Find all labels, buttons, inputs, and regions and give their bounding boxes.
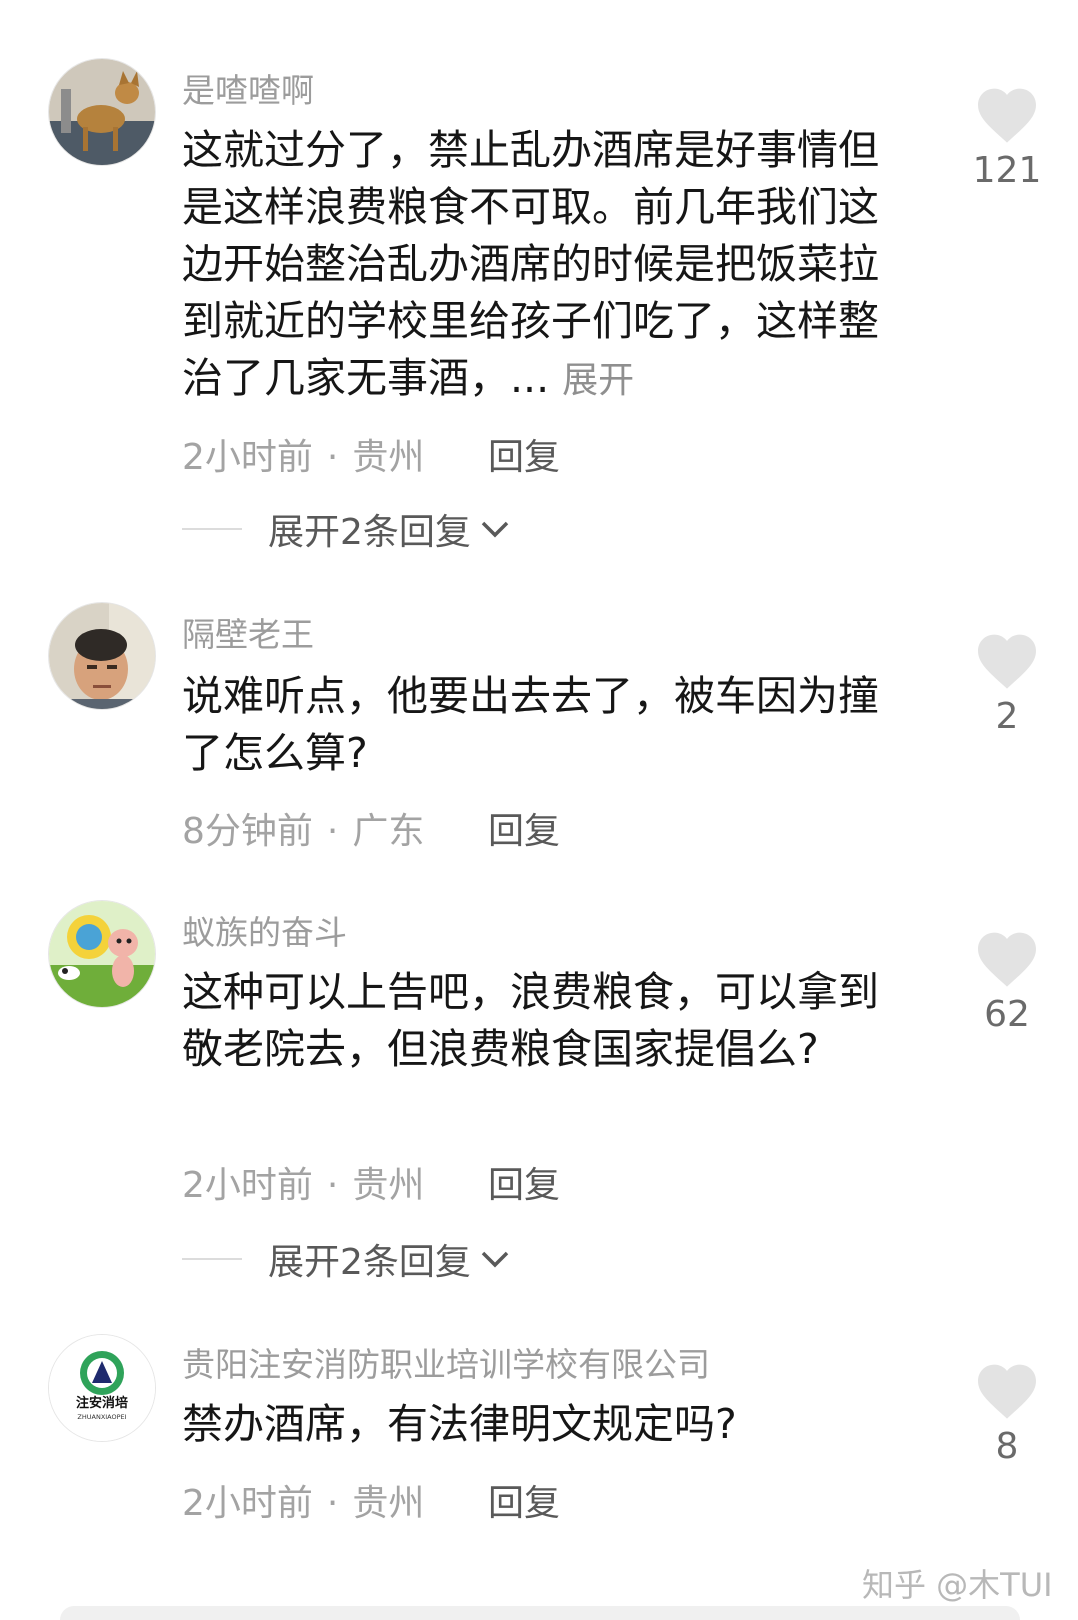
location: 广东 [352, 811, 425, 852]
like-button[interactable]: 8 [962, 1362, 1052, 1467]
chevron-down-icon [481, 521, 509, 538]
separator: · [326, 437, 339, 478]
divider-line [182, 528, 242, 530]
comment-text: 禁办酒席，有法律明文规定吗? [182, 1400, 737, 1448]
bottom-input-bar[interactable] [60, 1606, 1020, 1620]
username[interactable]: 是喳喳啊 [182, 64, 314, 112]
chevron-down-icon [481, 1251, 509, 1268]
timestamp: 8分钟前 [182, 811, 313, 852]
expand-replies-label: 展开2条回复 [268, 1242, 471, 1283]
username[interactable]: 隔壁老王 [182, 608, 314, 656]
reply-button[interactable]: 回复 [488, 1474, 560, 1526]
avatar[interactable]: 注安消培 ZHUANXIAOPEI [48, 1334, 156, 1442]
location: 贵州 [352, 437, 425, 478]
comment-meta: 2小时前 · 贵州 [182, 1156, 424, 1208]
username[interactable]: 蚁族的奋斗 [182, 906, 347, 954]
expand-replies-button[interactable]: 展开2条回复 [182, 1234, 511, 1284]
like-count: 121 [972, 150, 1042, 191]
avatar-logo-subtext: ZHUANXIAOPEI [77, 1413, 126, 1421]
like-button[interactable]: 2 [962, 632, 1052, 737]
expand-text-button[interactable]: 展开 [562, 360, 634, 401]
avatar[interactable] [48, 58, 156, 166]
timestamp: 2小时前 [182, 437, 313, 478]
comment-text: 这种可以上告吧，浪费粮食，可以拿到敬老院去，但浪费粮食国家提倡么? [182, 968, 879, 1073]
like-count: 2 [995, 696, 1019, 737]
comment-meta: 2小时前 · 贵州 [182, 428, 424, 480]
avatar[interactable] [48, 900, 156, 1008]
reply-button[interactable]: 回复 [488, 428, 560, 480]
like-count: 8 [995, 1426, 1019, 1467]
heart-icon [978, 932, 1036, 987]
heart-icon [978, 1364, 1036, 1419]
location: 贵州 [352, 1165, 425, 1206]
watermark: 知乎 @木TUI [862, 1566, 1053, 1604]
expand-replies-label: 展开2条回复 [268, 512, 471, 553]
comment-meta: 8分钟前 · 广东 [182, 802, 424, 854]
separator: · [326, 1165, 339, 1206]
reply-button[interactable]: 回复 [488, 802, 560, 854]
like-count: 62 [984, 994, 1030, 1035]
reply-button[interactable]: 回复 [488, 1156, 560, 1208]
separator: · [326, 811, 339, 852]
heart-icon [978, 88, 1036, 143]
avatar[interactable] [48, 602, 156, 710]
expand-replies-button[interactable]: 展开2条回复 [182, 504, 511, 554]
like-button[interactable]: 62 [962, 930, 1052, 1035]
comment-text: 说难听点，他要出去去了，被车因为撞了怎么算? [182, 672, 879, 777]
separator: · [326, 1483, 339, 1524]
comment-meta: 2小时前 · 贵州 [182, 1474, 424, 1526]
comment-text: 这就过分了，禁止乱办酒席是好事情但是这样浪费粮食不可取。前几年我们这边开始整治乱… [182, 122, 902, 409]
location: 贵州 [352, 1483, 425, 1524]
timestamp: 2小时前 [182, 1165, 313, 1206]
divider-line [182, 1258, 242, 1260]
comment-text-content: 这就过分了，禁止乱办酒席是好事情但是这样浪费粮食不可取。前几年我们这边开始整治乱… [182, 126, 879, 402]
timestamp: 2小时前 [182, 1483, 313, 1524]
like-button[interactable]: 121 [962, 86, 1052, 191]
heart-icon [978, 634, 1036, 689]
avatar-logo-text: 注安消培 [76, 1395, 128, 1411]
username[interactable]: 贵阳注安消防职业培训学校有限公司 [182, 1338, 710, 1386]
